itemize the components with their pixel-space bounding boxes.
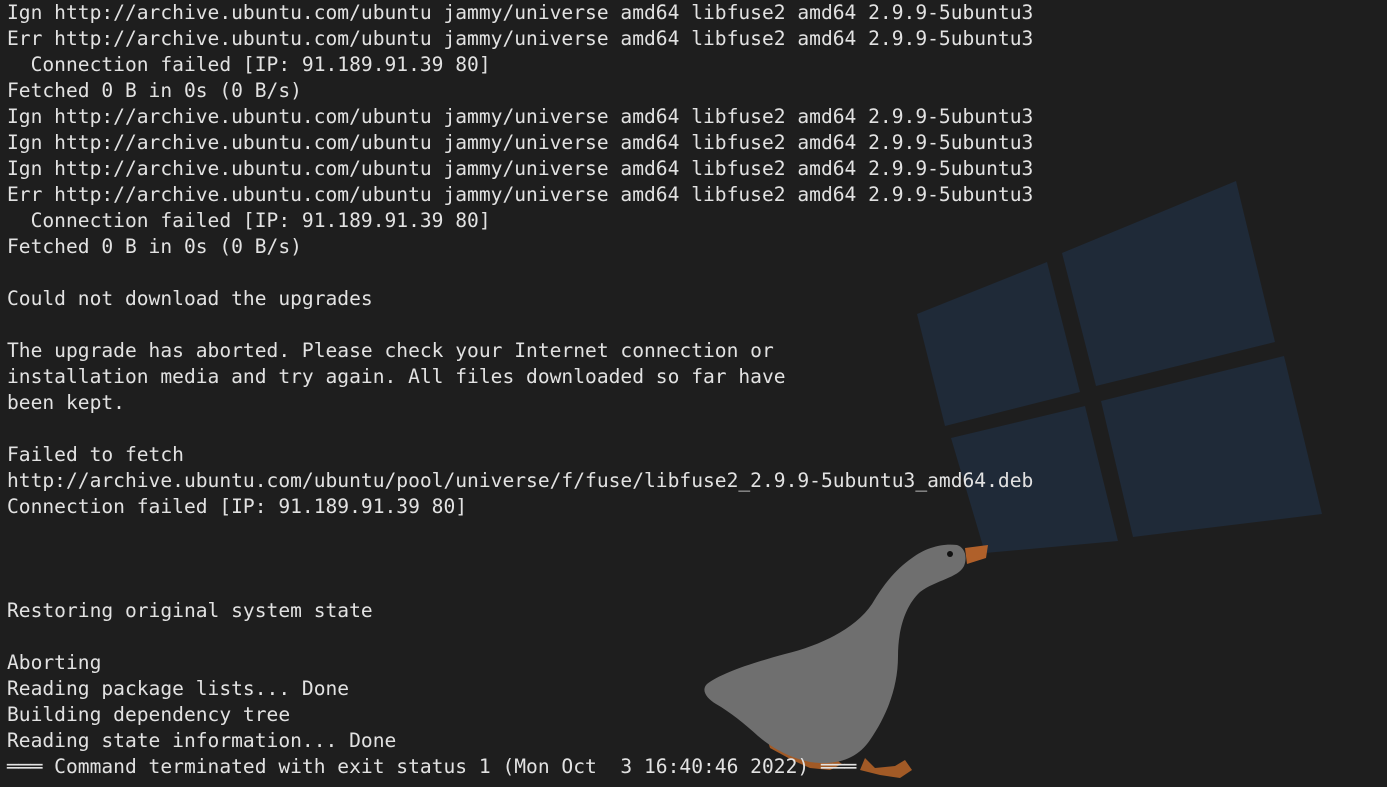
- output-line: Fetched 0 B in 0s (0 B/s): [7, 235, 302, 258]
- aborting-message: Aborting: [7, 651, 102, 674]
- failed-url: http://archive.ubuntu.com/ubuntu/pool/un…: [7, 469, 1034, 492]
- output-line: Err http://archive.ubuntu.com/ubuntu jam…: [7, 183, 1034, 206]
- terminal-output: Ign http://archive.ubuntu.com/ubuntu jam…: [7, 0, 1033, 780]
- output-line: Connection failed [IP: 91.189.91.39 80]: [7, 53, 491, 76]
- output-line: Reading package lists... Done: [7, 677, 350, 700]
- output-line: Ign http://archive.ubuntu.com/ubuntu jam…: [7, 105, 1034, 128]
- fetch-error-heading: Failed to fetch: [7, 443, 184, 466]
- error-message: Could not download the upgrades: [7, 287, 373, 310]
- output-line: Ign http://archive.ubuntu.com/ubuntu jam…: [7, 1, 1034, 24]
- abort-message: been kept.: [7, 391, 125, 414]
- output-line: Ign http://archive.ubuntu.com/ubuntu jam…: [7, 157, 1034, 180]
- abort-message: The upgrade has aborted. Please check yo…: [7, 339, 774, 362]
- output-line: Ign http://archive.ubuntu.com/ubuntu jam…: [7, 131, 1034, 154]
- output-line: Err http://archive.ubuntu.com/ubuntu jam…: [7, 27, 1034, 50]
- restore-message: Restoring original system state: [7, 599, 373, 622]
- terminal-window[interactable]: Ign http://archive.ubuntu.com/ubuntu jam…: [0, 0, 1387, 787]
- abort-message: installation media and try again. All fi…: [7, 365, 786, 388]
- output-line: Connection failed [IP: 91.189.91.39 80]: [7, 209, 491, 232]
- exit-status-line: ═══ Command terminated with exit status …: [7, 755, 857, 778]
- output-line: Reading state information... Done: [7, 729, 397, 752]
- connection-error: Connection failed [IP: 91.189.91.39 80]: [7, 495, 468, 518]
- output-line: Fetched 0 B in 0s (0 B/s): [7, 79, 302, 102]
- output-line: Building dependency tree: [7, 703, 291, 726]
